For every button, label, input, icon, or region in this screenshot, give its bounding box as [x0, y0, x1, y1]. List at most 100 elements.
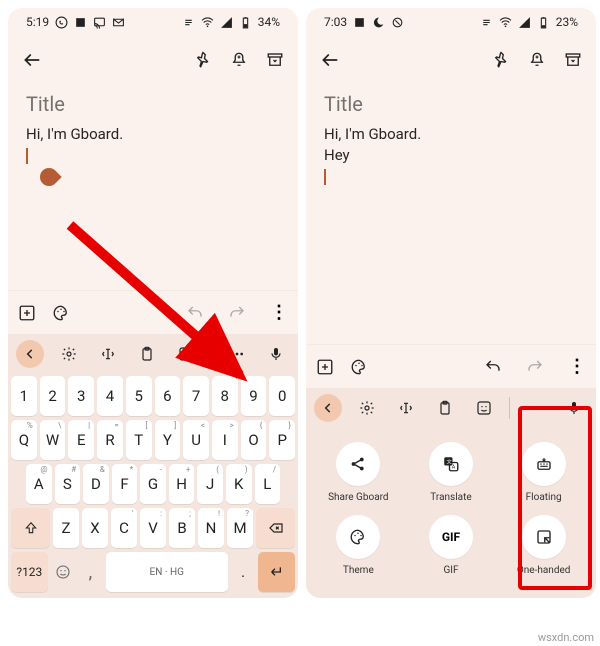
cast-icon	[93, 16, 106, 29]
kb-mic-button[interactable]	[560, 394, 588, 422]
redo-button[interactable]	[526, 358, 544, 376]
key-h[interactable]: H+	[169, 464, 195, 504]
status-time: 7:03	[324, 15, 347, 29]
gif-option[interactable]: GIF GIF	[411, 515, 491, 576]
key-w[interactable]: W\	[40, 420, 66, 460]
palette-button[interactable]	[350, 358, 368, 376]
symbols-key[interactable]: ?123	[11, 552, 48, 592]
key-d[interactable]: D&	[83, 464, 109, 504]
key-1[interactable]: 1	[11, 376, 37, 416]
palette-button[interactable]	[52, 304, 70, 322]
keyboard[interactable]: 1234567890 Q%W\E|R=T[Y]U<I>O{P} A@S#D&F*…	[8, 374, 298, 598]
key-6[interactable]: 6	[155, 376, 181, 416]
undo-button[interactable]	[484, 358, 502, 376]
kb-settings-button[interactable]	[353, 394, 381, 422]
more-button[interactable]: ⋮	[270, 302, 288, 323]
key-4[interactable]: 4	[97, 376, 123, 416]
key-t[interactable]: T[	[126, 420, 152, 460]
kb-clipboard-button[interactable]	[431, 394, 459, 422]
key-2[interactable]: 2	[40, 376, 66, 416]
back-button[interactable]	[22, 50, 42, 70]
chevron-left-icon	[23, 347, 37, 361]
key-l[interactable]: L/	[255, 464, 281, 504]
one-handed-option[interactable]: One-handed	[504, 515, 584, 576]
key-0[interactable]: 0	[269, 376, 295, 416]
kb-sticker-button[interactable]	[470, 394, 498, 422]
key-9[interactable]: 9	[241, 376, 267, 416]
key-x[interactable]: X	[82, 508, 108, 548]
period-key[interactable]: .	[231, 552, 255, 592]
kb-back-button[interactable]	[16, 340, 44, 368]
redo-button[interactable]	[228, 304, 246, 322]
comma-key[interactable]: ,	[78, 552, 102, 592]
key-p[interactable]: P}	[269, 420, 295, 460]
key-5[interactable]: 5	[126, 376, 152, 416]
kb-sticker-button[interactable]	[172, 340, 200, 368]
backspace-icon	[268, 520, 284, 536]
back-button[interactable]	[320, 50, 340, 70]
key-c[interactable]: C'	[111, 508, 137, 548]
key-g[interactable]: G-	[140, 464, 166, 504]
space-key[interactable]: EN · HG	[106, 552, 228, 592]
pin-button[interactable]	[492, 51, 510, 69]
pin-button[interactable]	[194, 51, 212, 69]
key-7[interactable]: 7	[183, 376, 209, 416]
key-u[interactable]: U<	[183, 420, 209, 460]
key-r[interactable]: R=	[97, 420, 123, 460]
shift-icon	[24, 521, 38, 535]
mail-icon	[112, 16, 125, 29]
share-gboard-option[interactable]: Share Gboard	[318, 442, 398, 503]
key-s[interactable]: S#	[55, 464, 81, 504]
square-icon	[353, 16, 366, 29]
note-body[interactable]: Hi, I'm Gboard.	[8, 120, 298, 184]
reminder-button[interactable]	[528, 51, 546, 69]
kb-more-button[interactable]	[521, 394, 549, 422]
kb-back-button[interactable]	[314, 394, 342, 422]
key-v[interactable]: V:	[140, 508, 166, 548]
undo-button[interactable]	[186, 304, 204, 322]
key-n[interactable]: N!	[198, 508, 224, 548]
backspace-key[interactable]	[256, 508, 295, 548]
theme-option[interactable]: Theme	[318, 515, 398, 576]
kb-textselect-button[interactable]	[94, 340, 122, 368]
key-j[interactable]: J(	[197, 464, 223, 504]
archive-button[interactable]	[564, 51, 582, 69]
title-field[interactable]: Title	[8, 84, 298, 120]
key-m[interactable]: M?	[227, 508, 253, 548]
key-q[interactable]: Q%	[11, 420, 37, 460]
note-body[interactable]: Hi, I'm Gboard. Hey	[306, 120, 596, 187]
kb-settings-button[interactable]	[55, 340, 83, 368]
key-3[interactable]: 3	[68, 376, 94, 416]
key-b[interactable]: B;	[169, 508, 195, 548]
add-box-button[interactable]	[316, 358, 334, 376]
more-button[interactable]: ⋮	[568, 356, 586, 377]
key-z[interactable]: Z	[53, 508, 79, 548]
kb-clipboard-button[interactable]	[133, 340, 161, 368]
kb-textselect-button[interactable]	[392, 394, 420, 422]
floating-option[interactable]: Floating	[504, 442, 584, 503]
key-e[interactable]: E|	[68, 420, 94, 460]
kb-more-button[interactable]	[223, 340, 251, 368]
reminder-button[interactable]	[230, 51, 248, 69]
key-k[interactable]: K)	[226, 464, 252, 504]
keyboard-suggestion-strip	[306, 388, 596, 428]
archive-button[interactable]	[266, 51, 284, 69]
key-y[interactable]: Y]	[155, 420, 181, 460]
key-f[interactable]: F*	[112, 464, 138, 504]
shift-key[interactable]	[11, 508, 50, 548]
key-o[interactable]: O{	[241, 420, 267, 460]
enter-key[interactable]	[258, 552, 295, 592]
title-field[interactable]: Title	[306, 84, 596, 120]
translate-option[interactable]: 文A Translate	[411, 442, 491, 503]
emoji-key[interactable]	[51, 552, 75, 592]
add-box-button[interactable]	[18, 304, 36, 322]
key-a[interactable]: A@	[26, 464, 52, 504]
note-area[interactable]: Title Hi, I'm Gboard. Hey	[306, 84, 596, 344]
signal-icon	[518, 16, 531, 29]
note-area[interactable]: Title Hi, I'm Gboard.	[8, 84, 298, 290]
cursor-handle[interactable]	[36, 164, 61, 189]
kb-mic-button[interactable]	[262, 340, 290, 368]
key-8[interactable]: 8	[212, 376, 238, 416]
archive-icon	[564, 51, 582, 69]
key-i[interactable]: I>	[212, 420, 238, 460]
